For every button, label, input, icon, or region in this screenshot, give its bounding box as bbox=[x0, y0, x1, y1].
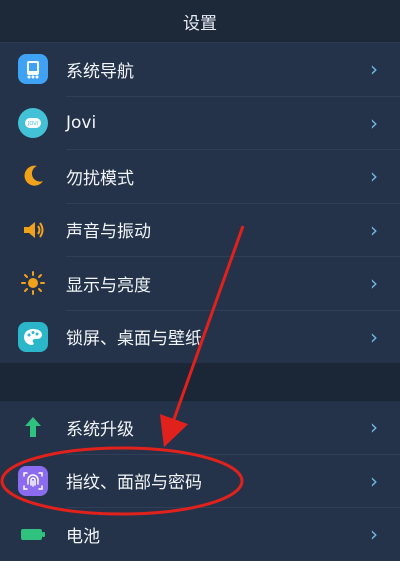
section-gap bbox=[0, 363, 400, 401]
settings-item-label: 指纹、面部与密码 bbox=[66, 473, 202, 494]
speaker-icon bbox=[18, 215, 48, 245]
settings-item-label: 电池 bbox=[66, 526, 100, 547]
chevron-right-icon: › bbox=[370, 271, 378, 296]
settings-item-label: Jovi bbox=[66, 112, 97, 133]
settings-group-2: 系统升级 › 指纹、面部与密码 › 电池 › bbox=[0, 401, 400, 561]
sun-icon bbox=[18, 268, 48, 298]
settings-item-display-brightness[interactable]: 显示与亮度 › bbox=[0, 257, 400, 310]
settings-item-battery[interactable]: 电池 › bbox=[0, 508, 400, 561]
settings-item-label: 勿扰模式 bbox=[66, 168, 134, 189]
settings-item-label: 锁屏、桌面与壁纸 bbox=[66, 329, 202, 350]
settings-item-label: 声音与振动 bbox=[66, 222, 151, 243]
moon-icon bbox=[18, 161, 48, 191]
chevron-right-icon: › bbox=[370, 324, 378, 349]
chevron-right-icon: › bbox=[370, 110, 378, 135]
jovi-icon: JOVI bbox=[18, 107, 48, 138]
settings-group-1: 系统导航 › JOVI Jovi › 勿扰模式 › 声音与振动 › 显示与亮度 … bbox=[0, 43, 400, 363]
battery-icon bbox=[18, 519, 48, 549]
settings-item-do-not-disturb[interactable]: 勿扰模式 › bbox=[0, 150, 400, 203]
palette-icon bbox=[18, 321, 48, 352]
chevron-right-icon: › bbox=[370, 415, 378, 440]
svg-text:JOVI: JOVI bbox=[27, 121, 38, 127]
chevron-right-icon: › bbox=[370, 217, 378, 242]
settings-item-fingerprint-face-password[interactable]: 指纹、面部与密码 › bbox=[0, 455, 400, 508]
settings-item-system-update[interactable]: 系统升级 › bbox=[0, 401, 400, 454]
page-title: 设置 bbox=[183, 13, 217, 34]
fingerprint-icon bbox=[18, 465, 48, 496]
navigation-icon bbox=[18, 54, 48, 85]
settings-item-lockscreen-wallpaper[interactable]: 锁屏、桌面与壁纸 › bbox=[0, 311, 400, 364]
arrow-up-icon bbox=[18, 412, 48, 442]
chevron-right-icon: › bbox=[370, 164, 378, 189]
chevron-right-icon: › bbox=[370, 522, 378, 547]
settings-item-label: 显示与亮度 bbox=[66, 275, 151, 296]
chevron-right-icon: › bbox=[370, 468, 378, 493]
settings-item-jovi[interactable]: JOVI Jovi › bbox=[0, 97, 400, 150]
settings-item-label: 系统升级 bbox=[66, 419, 134, 440]
settings-item-sound-vibration[interactable]: 声音与振动 › bbox=[0, 204, 400, 257]
chevron-right-icon: › bbox=[370, 57, 378, 82]
settings-item-system-navigation[interactable]: 系统导航 › bbox=[0, 43, 400, 96]
settings-item-label: 系统导航 bbox=[66, 61, 134, 82]
top-bar: 设置 bbox=[0, 0, 400, 43]
